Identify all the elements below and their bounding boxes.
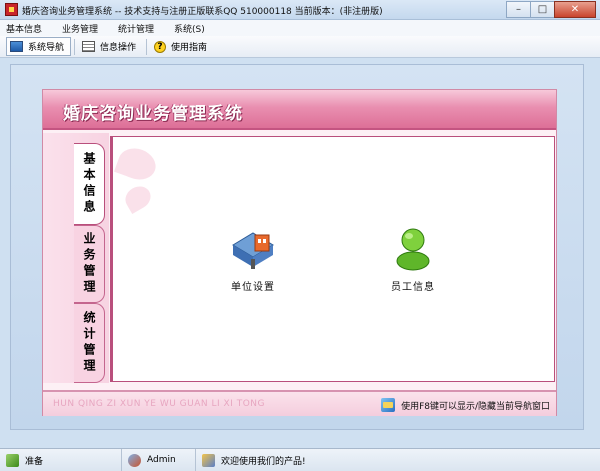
building-icon xyxy=(232,232,274,269)
menu-business[interactable]: 业务管理 xyxy=(62,22,98,35)
status-welcome: 欢迎使用我们的产品! xyxy=(221,456,306,467)
title-bar: 婚庆咨询业务管理系统 -- 技术支持与注册正版联系QQ 510000118 当前… xyxy=(0,0,600,20)
unit-settings-item[interactable]: 单位设置 xyxy=(208,223,298,293)
footer-pinyin: HUN QING ZI XUN YE WU GUAN LI XI TONG xyxy=(53,399,265,409)
nav-content: 单位设置 员工信息 xyxy=(110,136,555,382)
help-icon: ? xyxy=(154,40,167,53)
status-welcome-cell: 欢迎使用我们的产品! xyxy=(196,449,306,471)
nav-tabs: 基本信息 业务管理 统计管理 xyxy=(43,133,109,383)
navigation-panel: 婚庆咨询业务管理系统 基本信息 业务管理 统计管理 单位设置 员工信息 HUN … xyxy=(42,89,557,416)
status-ready: 准备 xyxy=(25,456,44,467)
panel-title: 婚庆咨询业务管理系统 xyxy=(63,104,243,124)
unit-settings-label: 单位设置 xyxy=(231,282,275,293)
status-user: Admin xyxy=(147,455,176,465)
user-icon xyxy=(128,453,141,467)
status-user-cell: Admin xyxy=(122,449,196,471)
panel-footer: HUN QING ZI XUN YE WU GUAN LI XI TONG 使用… xyxy=(43,390,556,416)
toolbar-separator xyxy=(74,38,76,55)
footer-hint: 使用F8键可以显示/隐藏当前导航窗口 xyxy=(381,398,550,412)
employee-info-label: 员工信息 xyxy=(391,282,435,293)
help-toolbar-label: 使用指南 xyxy=(171,43,208,53)
toolbar: 系统导航 信息操作 ? 使用指南 xyxy=(0,36,600,58)
status-ready-cell: 准备 xyxy=(0,449,122,471)
welcome-icon xyxy=(202,453,215,467)
window-title: 婚庆咨询业务管理系统 -- 技术支持与注册正版联系QQ 510000118 当前… xyxy=(22,7,383,17)
help-toolbar-button[interactable]: ? 使用指南 xyxy=(150,37,214,56)
table-icon xyxy=(82,41,96,52)
menu-statistics[interactable]: 统计管理 xyxy=(118,22,154,35)
app-icon xyxy=(5,3,18,16)
monitor-icon xyxy=(10,41,23,52)
tab-basic-info[interactable]: 基本信息 xyxy=(74,143,105,225)
petal-decoration xyxy=(121,181,155,215)
tab-basic-info-label: 基本信息 xyxy=(82,152,96,216)
panel-header: 婚庆咨询业务管理系统 xyxy=(43,90,556,130)
menu-basic-info[interactable]: 基本信息 xyxy=(6,22,42,35)
employee-info-item[interactable]: 员工信息 xyxy=(368,223,458,293)
tab-business[interactable]: 业务管理 xyxy=(74,225,105,303)
footer-hint-text: 使用F8键可以显示/隐藏当前导航窗口 xyxy=(401,401,550,412)
minimize-button[interactable]: – xyxy=(506,1,531,18)
ready-icon xyxy=(6,453,19,467)
maximize-button[interactable]: □ xyxy=(530,1,555,18)
tab-business-label: 业务管理 xyxy=(82,232,96,296)
petal-decoration xyxy=(114,143,160,185)
toolbar-separator xyxy=(146,38,148,55)
tab-statistics[interactable]: 统计管理 xyxy=(74,303,105,383)
info-toolbar-label: 信息操作 xyxy=(100,43,137,53)
menu-system[interactable]: 系统(S) xyxy=(174,22,205,35)
status-bar: 准备 Admin 欢迎使用我们的产品! xyxy=(0,448,600,471)
info-toolbar-button[interactable]: 信息操作 xyxy=(78,37,143,56)
menu-bar: 基本信息 业务管理 统计管理 系统(S) xyxy=(0,20,600,36)
window-controls: – □ ✕ xyxy=(506,1,596,18)
nav-toolbar-button[interactable]: 系统导航 xyxy=(6,37,72,56)
nav-toolbar-label: 系统导航 xyxy=(28,43,65,53)
tab-statistics-label: 统计管理 xyxy=(82,311,96,375)
person-icon xyxy=(396,228,430,271)
close-button[interactable]: ✕ xyxy=(554,1,596,18)
keyboard-hint-icon xyxy=(381,398,396,412)
